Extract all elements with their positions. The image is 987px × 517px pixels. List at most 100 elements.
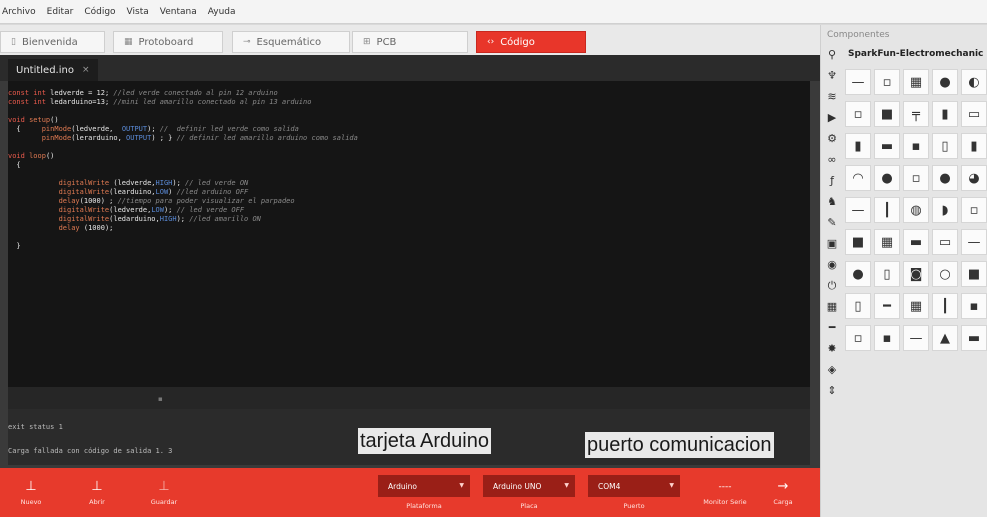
play-icon[interactable]: ▶ — [824, 110, 840, 125]
part-item[interactable]: — — [845, 197, 871, 223]
new-label: Nuevo — [20, 497, 42, 506]
part-item[interactable]: ● — [874, 165, 900, 191]
sensor-icon[interactable]: ◉ — [824, 257, 840, 272]
part-item[interactable]: — — [845, 69, 871, 95]
code-line: const int ledverde = 12; //led verde con… — [8, 89, 358, 98]
platform-select[interactable]: Arduino ▼ — [378, 475, 470, 497]
part-item[interactable]: ◕ — [961, 165, 987, 191]
tab-esquematico[interactable]: ⊸ Esquemático — [232, 31, 350, 53]
part-item[interactable]: ◙ — [903, 261, 929, 287]
part-item[interactable]: ▬ — [874, 133, 900, 159]
misc-icon[interactable]: ◈ — [824, 362, 840, 377]
code-editor[interactable]: const int ledverde = 12; //led verde con… — [8, 81, 810, 387]
robot-icon[interactable]: ♞ — [824, 194, 840, 209]
menu-archivo[interactable]: Archivo — [2, 7, 36, 17]
tab-pcb[interactable]: ⊞ PCB — [352, 31, 468, 53]
port-select[interactable]: COM4 ▼ — [588, 475, 680, 497]
code-line: void setup() — [8, 116, 358, 125]
core-icon[interactable]: ♆ — [824, 68, 840, 83]
upload-button[interactable]: → Carga — [765, 468, 801, 517]
wire-icon[interactable]: ≋ — [824, 89, 840, 104]
tab-protoboard[interactable]: ▦ Protoboard — [113, 31, 223, 53]
part-item[interactable]: ◍ — [903, 197, 929, 223]
part-item[interactable]: ▦ — [874, 229, 900, 255]
menu-bar: Archivo Editar Código Vista Ventana Ayud… — [0, 0, 987, 24]
part-item[interactable]: ▫ — [874, 69, 900, 95]
contrib-icon[interactable]: ✎ — [824, 215, 840, 230]
gear-icon[interactable]: ⚙ — [824, 131, 840, 146]
tab-bienvenida[interactable]: ▯ Bienvenida — [0, 31, 105, 53]
part-item[interactable]: ▬ — [903, 229, 929, 255]
menu-editar[interactable]: Editar — [47, 7, 74, 17]
ic-icon[interactable]: ▦ — [824, 299, 840, 314]
part-item[interactable]: ┃ — [874, 197, 900, 223]
part-item[interactable]: ▪ — [961, 293, 987, 319]
part-item[interactable]: ▬ — [961, 325, 987, 351]
editor-splitter[interactable]: ▪ — [8, 387, 810, 409]
serial-monitor-button[interactable]: ---- Monitor Serie — [695, 468, 755, 517]
menu-ventana[interactable]: Ventana — [160, 7, 197, 17]
part-item[interactable]: ● — [932, 69, 958, 95]
part-item[interactable]: ▯ — [845, 293, 871, 319]
part-item[interactable]: ▯ — [932, 133, 958, 159]
part-item[interactable]: ■ — [874, 101, 900, 127]
board-select[interactable]: Arduino UNO ▼ — [483, 475, 575, 497]
code-token: setup — [29, 116, 51, 124]
power-icon[interactable]: ⏻ — [824, 278, 840, 293]
part-item[interactable]: ▲ — [932, 325, 958, 351]
code-token: LOW — [155, 188, 169, 196]
port-label: Puerto — [623, 502, 645, 510]
code-token: digitalWrite — [58, 188, 110, 196]
part-item[interactable]: ▫ — [961, 197, 987, 223]
menu-codigo[interactable]: Código — [84, 7, 115, 17]
part-item[interactable]: ● — [845, 261, 871, 287]
code-line: pinMode(lerarduino, OUTPUT) ; } // defin… — [8, 134, 358, 143]
star-icon[interactable]: ✸ — [824, 341, 840, 356]
part-item[interactable]: ▦ — [903, 69, 929, 95]
menu-ayuda[interactable]: Ayuda — [208, 7, 236, 17]
part-item[interactable]: ◗ — [932, 197, 958, 223]
part-item[interactable]: ● — [932, 165, 958, 191]
open-button[interactable]: ⊥ Abrir — [80, 468, 114, 517]
code-token: () — [45, 152, 55, 160]
part-item[interactable]: ▮ — [961, 133, 987, 159]
part-item[interactable]: ▮ — [845, 133, 871, 159]
part-item[interactable]: — — [903, 325, 929, 351]
tab-codigo[interactable]: ‹› Código — [476, 31, 586, 53]
up-down-icon[interactable]: ⇕ — [824, 383, 840, 398]
code-token: //mini led amarillo conectado al pin 13 … — [113, 98, 312, 106]
part-item[interactable]: ▪ — [874, 325, 900, 351]
part-item[interactable]: ┃ — [932, 293, 958, 319]
part-item[interactable]: ◠ — [845, 165, 871, 191]
part-item[interactable]: ■ — [845, 229, 871, 255]
part-item[interactable]: ▪ — [903, 133, 929, 159]
new-button[interactable]: ⊥ Nuevo — [14, 468, 48, 517]
part-item[interactable]: ▫ — [845, 325, 871, 351]
part-item[interactable]: ▫ — [845, 101, 871, 127]
menu-vista[interactable]: Vista — [127, 7, 149, 17]
part-item[interactable]: ▦ — [903, 293, 929, 319]
part-item[interactable]: ◐ — [961, 69, 987, 95]
part-item[interactable]: ╤ — [903, 101, 929, 127]
code-token: (ledverde, — [109, 179, 156, 187]
part-item[interactable]: ▮ — [932, 101, 958, 127]
cable-icon[interactable]: ━ — [824, 320, 840, 335]
save-button[interactable]: ⊥ Guardar — [144, 468, 184, 517]
part-item[interactable]: ○ — [932, 261, 958, 287]
code-line: delay(1000) ; //tiempo para poder visual… — [8, 197, 358, 206]
part-item[interactable]: ▫ — [903, 165, 929, 191]
part-item[interactable]: ▭ — [932, 229, 958, 255]
part-item[interactable]: ▯ — [874, 261, 900, 287]
chip-icon[interactable]: ▣ — [824, 236, 840, 251]
code-token: loop — [29, 152, 46, 160]
close-icon[interactable]: × — [82, 65, 90, 75]
part-item[interactable]: ▭ — [961, 101, 987, 127]
fx-icon[interactable]: ƒ — [824, 173, 840, 188]
pin-icon[interactable]: ⚲ — [824, 47, 840, 62]
code-text: const int ledverde = 12; //led verde con… — [8, 89, 358, 251]
file-tab[interactable]: Untitled.ino × — [8, 59, 98, 81]
part-item[interactable]: ■ — [961, 261, 987, 287]
part-item[interactable]: ━ — [874, 293, 900, 319]
part-item[interactable]: — — [961, 229, 987, 255]
arduino-icon[interactable]: ∞ — [824, 152, 840, 167]
